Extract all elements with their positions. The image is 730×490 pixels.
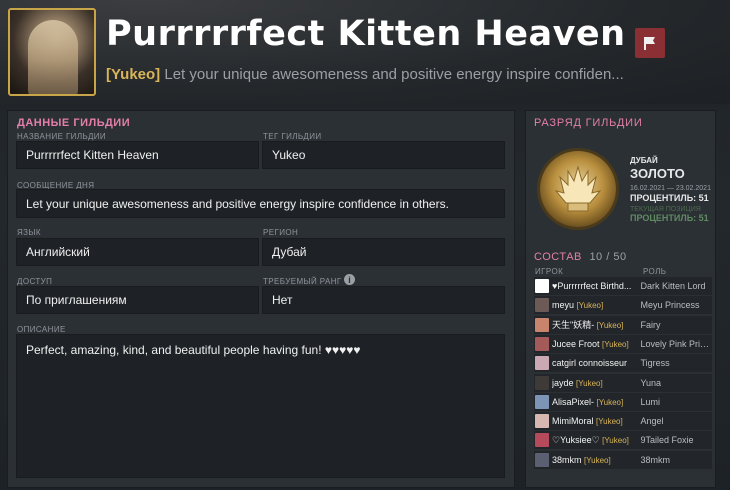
- current-percentile: ПРОЦЕНТИЛЬ: 51: [630, 213, 709, 223]
- member-avatar[interactable]: [535, 336, 549, 351]
- roster-count: 10 / 50: [589, 251, 627, 263]
- language-label: ЯЗЫК: [17, 228, 41, 237]
- member-avatar[interactable]: [535, 394, 549, 409]
- col-role-header: РОЛЬ: [643, 267, 667, 276]
- col-player-header: ИГРОК: [535, 267, 564, 276]
- member-name: MimiMoral [Yukeo]: [552, 416, 623, 427]
- access-label: ДОСТУП: [17, 277, 53, 286]
- guild-subline: [Yukeo] Let your unique awesomeness and …: [106, 66, 706, 83]
- guild-title: Purrrrrfect Kitten Heaven: [106, 14, 626, 54]
- roster-member-row[interactable]: catgirl connoisseur Tigress: [534, 354, 712, 373]
- required-rank-select[interactable]: Нет: [262, 286, 505, 314]
- rank-percentile: ПРОЦЕНТИЛЬ: 51: [630, 193, 709, 203]
- guild-header: Purrrrrfect Kitten Heaven [Yukeo] Let yo…: [0, 0, 730, 104]
- member-name: Jucee Froot [Yukeo]: [552, 338, 629, 349]
- member-avatar[interactable]: [535, 317, 549, 332]
- member-name: jayde [Yukeo]: [552, 377, 603, 388]
- member-avatar[interactable]: [535, 414, 549, 429]
- current-position-label: ТЕКУЩАЯ ПОЗИЦИЯ: [630, 206, 701, 213]
- roster-title-text: СОСТАВ: [534, 251, 582, 263]
- guild-name-field[interactable]: Purrrrrfect Kitten Heaven: [16, 141, 259, 169]
- member-avatar[interactable]: [535, 298, 549, 313]
- member-role: Meyu Princess: [640, 300, 700, 311]
- roster-member-row[interactable]: 38mkm [Yukeo] 38mkm: [534, 450, 712, 469]
- roster-member-row[interactable]: MimiMoral [Yukeo] Angel: [534, 412, 712, 431]
- member-tag: [Yukeo]: [602, 435, 629, 445]
- details-section-title: ДАННЫЕ ГИЛЬДИИ: [17, 117, 131, 129]
- member-tag: [Yukeo]: [576, 301, 604, 311]
- rank-region: ДУБАЙ: [630, 156, 658, 165]
- member-avatar[interactable]: [535, 433, 549, 448]
- roster-member-row[interactable]: 天生"妖精- [Yukeo] Fairy: [534, 315, 712, 334]
- member-role: Dark Kitten Lord: [640, 281, 706, 291]
- member-tag: [Yukeo]: [576, 378, 603, 388]
- access-select[interactable]: По приглашениям: [16, 286, 259, 314]
- roster-member-row[interactable]: jayde [Yukeo] Yuna: [534, 373, 712, 392]
- crown-emblem-icon: [554, 165, 602, 212]
- rank-dates: 16.02.2021 — 23.02.2021: [630, 185, 711, 192]
- member-name: ♥Purrrrrfect Birthd...: [552, 281, 632, 291]
- roster-member-row[interactable]: Jucee Froot [Yukeo] Lovely Pink Prin...: [534, 334, 712, 353]
- tag-label: ТЕГ ГИЛЬДИИ: [263, 132, 322, 141]
- guild-avatar[interactable]: [8, 8, 96, 96]
- member-role: Fairy: [640, 319, 661, 330]
- flag-icon: [644, 37, 655, 50]
- member-name: 天生"妖精- [Yukeo]: [552, 320, 624, 331]
- rank-tier: ЗОЛОТО: [630, 166, 685, 181]
- guild-tag-field[interactable]: Yukeo: [262, 141, 505, 169]
- description-label: ОПИСАНИЕ: [17, 325, 66, 334]
- member-tag: [Yukeo]: [584, 455, 611, 465]
- member-tag: [Yukeo]: [596, 321, 624, 331]
- roster-title: СОСТАВ 10 / 50: [534, 251, 627, 263]
- member-tag: [Yukeo]: [596, 417, 623, 427]
- member-role: Lumi: [640, 396, 660, 407]
- member-role: 38mkm: [640, 454, 670, 465]
- description-field[interactable]: Perfect, amazing, kind, and beautiful pe…: [16, 334, 505, 478]
- member-name: 38mkm [Yukeo]: [552, 454, 611, 465]
- region-label: РЕГИОН: [263, 228, 299, 237]
- rank-section-title: РАЗРЯД ГИЛЬДИИ: [534, 117, 643, 129]
- member-role: Lovely Pink Prin...: [640, 338, 712, 349]
- member-role: Angel: [640, 416, 664, 427]
- guild-details-panel: ДАННЫЕ ГИЛЬДИИ НАЗВАНИЕ ГИЛЬДИИ Purrrrrf…: [7, 110, 515, 488]
- member-name: ♡Yuksiee♡ [Yukeo]: [552, 434, 629, 445]
- member-tag: [Yukeo]: [596, 397, 624, 407]
- member-avatar[interactable]: [535, 375, 549, 390]
- roster-member-row[interactable]: AlisaPixel- [Yukeo] Lumi: [534, 392, 712, 411]
- roster-member-row[interactable]: ♥Purrrrrfect Birthd... Dark Kitten Lord: [534, 277, 712, 295]
- required-rank-label: ТРЕБУЕМЫЙ РАНГ: [263, 277, 342, 286]
- member-avatar[interactable]: [535, 356, 549, 371]
- motd-field[interactable]: Let your unique awesomeness and positive…: [16, 189, 505, 218]
- member-role: Yuna: [640, 377, 661, 388]
- guild-tag: [Yukeo]: [106, 66, 161, 83]
- region-select[interactable]: Дубай: [262, 238, 505, 266]
- roster-member-row[interactable]: meyu [Yukeo] Meyu Princess: [534, 296, 712, 315]
- member-avatar[interactable]: [535, 279, 549, 293]
- member-tag: [Yukeo]: [602, 339, 629, 349]
- name-label: НАЗВАНИЕ ГИЛЬДИИ: [17, 132, 107, 141]
- motd-preview: Let your unique awesomeness and positive…: [164, 66, 624, 83]
- member-avatar[interactable]: [535, 452, 549, 467]
- member-name: meyu [Yukeo]: [552, 300, 604, 311]
- language-select[interactable]: Английский: [16, 238, 259, 266]
- member-role: Tigress: [640, 358, 670, 369]
- member-role: 9Tailed Foxie: [640, 435, 694, 446]
- guild-rank-panel: РАЗРЯД ГИЛЬДИИ ДУБАЙ ЗОЛОТО 16.02.2021 —…: [525, 110, 716, 488]
- report-flag-button[interactable]: [635, 28, 665, 58]
- roster-member-row[interactable]: ♡Yuksiee♡ [Yukeo] 9Tailed Foxie: [534, 431, 712, 450]
- member-name: catgirl connoisseur: [552, 358, 628, 369]
- member-name: AlisaPixel- [Yukeo]: [552, 396, 624, 407]
- info-icon[interactable]: i: [344, 274, 355, 285]
- gold-rank-emblem: [540, 151, 616, 227]
